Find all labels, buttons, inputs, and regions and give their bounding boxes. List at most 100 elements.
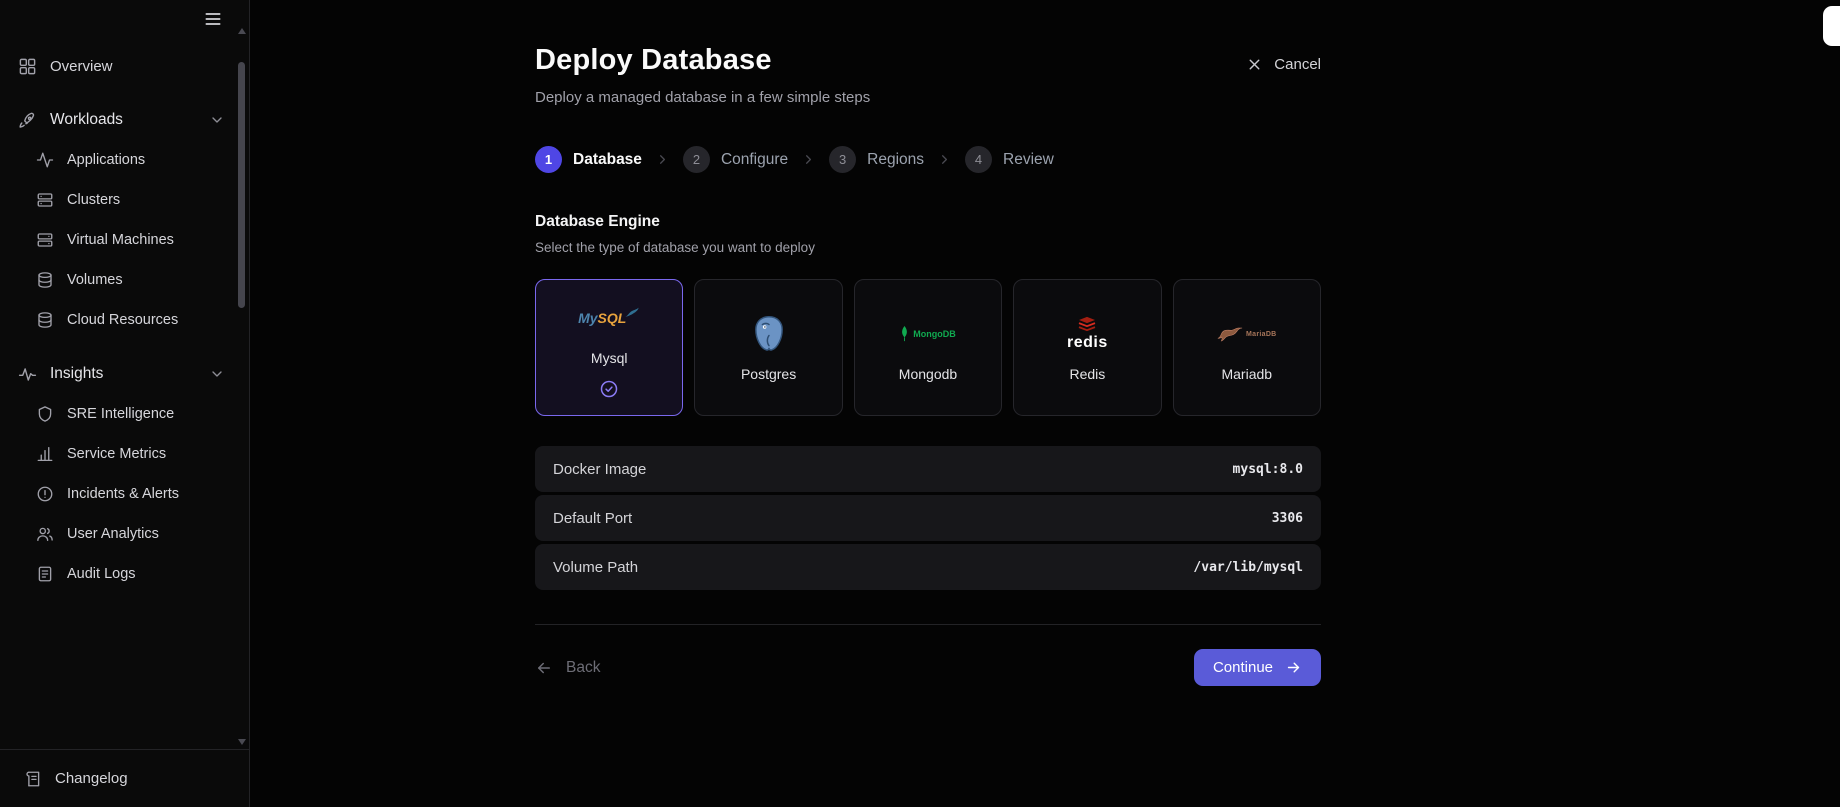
- chevron-right-icon: [801, 152, 816, 167]
- detail-value: mysql:8.0: [1232, 461, 1303, 477]
- step-number: 2: [682, 146, 710, 173]
- detail-label: Default Port: [553, 509, 633, 527]
- chevron-right-icon: [655, 152, 670, 167]
- sidebar-item-applications[interactable]: Applications: [26, 140, 235, 180]
- step-number: 4: [965, 146, 993, 173]
- alert-circle-icon: [36, 485, 54, 503]
- sidebar-item-label: Applications: [67, 152, 146, 168]
- sidebar-nav: Overview Workloads Applications Clusters: [0, 32, 249, 749]
- arrow-left-icon: [535, 659, 553, 677]
- cancel-label: Cancel: [1274, 56, 1321, 73]
- database-icon: [36, 271, 54, 289]
- step-number: 1: [535, 146, 562, 173]
- sidebar-item-audit-logs[interactable]: Audit Logs: [26, 554, 235, 594]
- step-review[interactable]: 4 Review: [965, 146, 1054, 173]
- sidebar-header: [0, 0, 249, 32]
- sidebar-scrollbar[interactable]: [237, 28, 247, 745]
- step-regions[interactable]: 3 Regions: [829, 146, 924, 173]
- close-icon: [1246, 56, 1263, 73]
- sidebar-item-incidents-alerts[interactable]: Incidents & Alerts: [26, 474, 235, 514]
- sidebar-item-label: Service Metrics: [67, 446, 167, 462]
- chevron-down-icon: [209, 366, 225, 382]
- sidebar-item-changelog[interactable]: Changelog: [14, 759, 235, 799]
- scroll-down-arrow-icon[interactable]: [238, 739, 246, 745]
- postgres-logo: [751, 313, 787, 355]
- engine-heading: Database Engine: [535, 213, 660, 230]
- chevron-down-icon: [209, 112, 225, 128]
- mariadb-logo: MariaDB: [1217, 313, 1277, 355]
- detail-row-docker-image: Docker Image mysql:8.0: [535, 446, 1321, 492]
- sidebar-item-label: Audit Logs: [67, 566, 136, 582]
- sidebar-item-clusters[interactable]: Clusters: [26, 180, 235, 220]
- sidebar-item-service-metrics[interactable]: Service Metrics: [26, 434, 235, 474]
- side-panel-handle[interactable]: [1823, 6, 1840, 46]
- chevron-right-icon: [937, 152, 952, 167]
- sidebar-item-label: Overview: [50, 57, 113, 75]
- step-configure[interactable]: 2 Configure: [682, 146, 789, 173]
- page-title: Deploy Database: [535, 44, 772, 76]
- engine-options: MySQL Mysql Postgres MongoDB Mongodb red…: [535, 279, 1321, 416]
- sidebar-item-insights[interactable]: Insights: [8, 354, 235, 394]
- deploy-wizard: Deploy Database Deploy a managed databas…: [535, 0, 1321, 686]
- engine-card-postgres[interactable]: Postgres: [694, 279, 843, 416]
- step-label: Database: [573, 150, 642, 168]
- continue-label: Continue: [1212, 659, 1273, 676]
- step-number: 3: [829, 146, 857, 173]
- sidebar-item-virtual-machines[interactable]: Virtual Machines: [26, 220, 235, 260]
- back-button[interactable]: Back: [535, 659, 600, 677]
- grid-icon: [18, 57, 37, 76]
- wizard-header: Deploy Database Deploy a managed databas…: [535, 44, 870, 106]
- engine-card-label: Redis: [1069, 366, 1106, 382]
- sidebar-item-user-analytics[interactable]: User Analytics: [26, 514, 235, 554]
- sidebar-item-sre-intelligence[interactable]: SRE Intelligence: [26, 394, 235, 434]
- document-icon: [36, 565, 54, 583]
- engine-card-label: Mariadb: [1221, 366, 1273, 382]
- sidebar-item-label: Incidents & Alerts: [67, 486, 180, 502]
- cancel-button[interactable]: Cancel: [1246, 56, 1321, 73]
- page-subtitle: Deploy a managed database in a few simpl…: [535, 89, 871, 106]
- back-label: Back: [566, 658, 601, 676]
- engine-card-redis[interactable]: redis Redis: [1013, 279, 1162, 416]
- divider: [535, 624, 1321, 625]
- sidebar-item-label: Clusters: [67, 192, 121, 208]
- sidebar-footer: Changelog: [0, 749, 249, 807]
- detail-label: Volume Path: [553, 558, 639, 576]
- bar-chart-icon: [36, 445, 54, 463]
- sidebar-item-cloud-resources[interactable]: Cloud Resources: [26, 300, 235, 340]
- step-label: Regions: [867, 150, 925, 168]
- sidebar-item-label: Workloads: [50, 111, 123, 128]
- step-label: Configure: [720, 150, 789, 168]
- sidebar-item-workloads[interactable]: Workloads: [8, 100, 235, 140]
- step-database[interactable]: 1 Database: [535, 146, 642, 173]
- engine-details: Docker Image mysql:8.0 Default Port 3306…: [535, 446, 1321, 590]
- continue-button[interactable]: Continue: [1193, 649, 1321, 686]
- engine-card-label: Mysql: [590, 349, 628, 366]
- sidebar-item-overview[interactable]: Overview: [8, 46, 235, 86]
- engine-card-label: Postgres: [740, 366, 797, 382]
- detail-value: 3306: [1271, 510, 1303, 526]
- server-stack-icon: [36, 231, 54, 249]
- arrow-right-icon: [1285, 659, 1302, 676]
- detail-value: /var/lib/mysql: [1193, 559, 1303, 575]
- wizard-footer: Back Continue: [535, 649, 1321, 686]
- engine-card-mariadb[interactable]: MariaDB Mariadb: [1172, 279, 1321, 416]
- shield-icon: [36, 405, 54, 423]
- users-icon: [36, 525, 54, 543]
- sidebar-item-label: Virtual Machines: [67, 232, 174, 248]
- hamburger-icon: [203, 9, 223, 29]
- changelog-icon: [24, 770, 42, 788]
- engine-card-mongodb[interactable]: MongoDB Mongodb: [853, 279, 1003, 416]
- sidebar-item-label: Volumes: [67, 272, 123, 288]
- pulse-icon: [18, 365, 37, 384]
- check-circle-icon: [599, 379, 619, 399]
- sidebar-item-label: SRE Intelligence: [67, 406, 175, 422]
- scroll-up-arrow-icon[interactable]: [238, 28, 246, 34]
- redis-logo: redis: [1067, 313, 1108, 355]
- menu-toggle-button[interactable]: [201, 7, 225, 31]
- rocket-icon: [18, 111, 37, 130]
- sidebar-item-volumes[interactable]: Volumes: [26, 260, 235, 300]
- sidebar-item-label: Insights: [50, 365, 104, 382]
- engine-card-mysql[interactable]: MySQL Mysql: [535, 279, 684, 416]
- scrollbar-thumb[interactable]: [238, 62, 245, 308]
- main-content: Deploy Database Deploy a managed databas…: [250, 0, 1840, 807]
